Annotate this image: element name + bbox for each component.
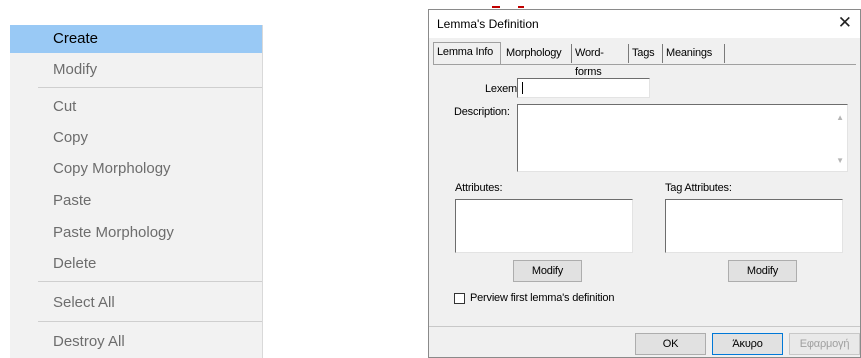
background-artifact [492, 6, 500, 8]
close-icon[interactable]: ✕ [838, 13, 852, 33]
menu-separator [38, 281, 262, 282]
tab-morphology[interactable]: Morphology [503, 44, 572, 63]
tab-lemma-info[interactable]: Lemma Info [433, 42, 501, 65]
description-textarea[interactable]: ▲ ▼ [517, 104, 848, 172]
menu-item-modify[interactable]: Modify [10, 56, 262, 84]
menu-separator [38, 321, 262, 322]
menu-item-select-all[interactable]: Select All [10, 289, 262, 317]
tag-attributes-list[interactable] [665, 199, 843, 253]
text-caret [522, 82, 523, 94]
menu-item-paste[interactable]: Paste [10, 187, 262, 215]
preview-checkbox-label[interactable]: Perview first lemma's definition [470, 292, 614, 304]
context-menu: Create Modify Cut Copy Copy Morphology P… [10, 25, 263, 358]
dialog-titlebar: Lemma's Definition ✕ [429, 10, 860, 38]
description-label: Description: [454, 106, 510, 118]
menu-item-create[interactable]: Create [10, 25, 262, 53]
menu-item-cut[interactable]: Cut [10, 93, 262, 121]
preview-checkbox[interactable] [454, 293, 465, 304]
menu-item-destroy-all[interactable]: Destroy All [10, 328, 262, 356]
attributes-modify-button[interactable]: Modify [513, 260, 582, 282]
menu-item-delete[interactable]: Delete [10, 250, 262, 278]
attributes-label: Attributes: [455, 182, 503, 194]
tab-tags[interactable]: Tags [629, 44, 663, 63]
footer-divider [429, 326, 860, 327]
tab-word-forms[interactable]: Word-forms [572, 44, 629, 78]
menu-item-copy[interactable]: Copy [10, 124, 262, 152]
scroll-down-icon[interactable]: ▼ [836, 156, 844, 165]
ok-button[interactable]: OK [635, 333, 706, 355]
tag-attributes-modify-button[interactable]: Modify [728, 260, 797, 282]
lexeme-input[interactable] [517, 78, 650, 98]
scroll-up-icon[interactable]: ▲ [836, 113, 844, 122]
tag-attributes-label: Tag Attributes: [665, 182, 732, 194]
dialog-title: Lemma's Definition [437, 17, 539, 31]
cancel-button[interactable]: Άκυρο [712, 333, 783, 355]
background-artifact [518, 6, 524, 8]
menu-item-copy-morphology[interactable]: Copy Morphology [10, 155, 262, 183]
attributes-list[interactable] [455, 199, 633, 253]
tab-meanings[interactable]: Meanings [663, 44, 725, 63]
tab-panel-border [433, 64, 856, 65]
lemma-definition-dialog: Lemma's Definition ✕ Lemma Info Morpholo… [428, 9, 861, 358]
menu-item-paste-morphology[interactable]: Paste Morphology [10, 219, 262, 247]
menu-separator [38, 87, 262, 88]
apply-button[interactable]: Εφαρμογή [789, 333, 860, 355]
